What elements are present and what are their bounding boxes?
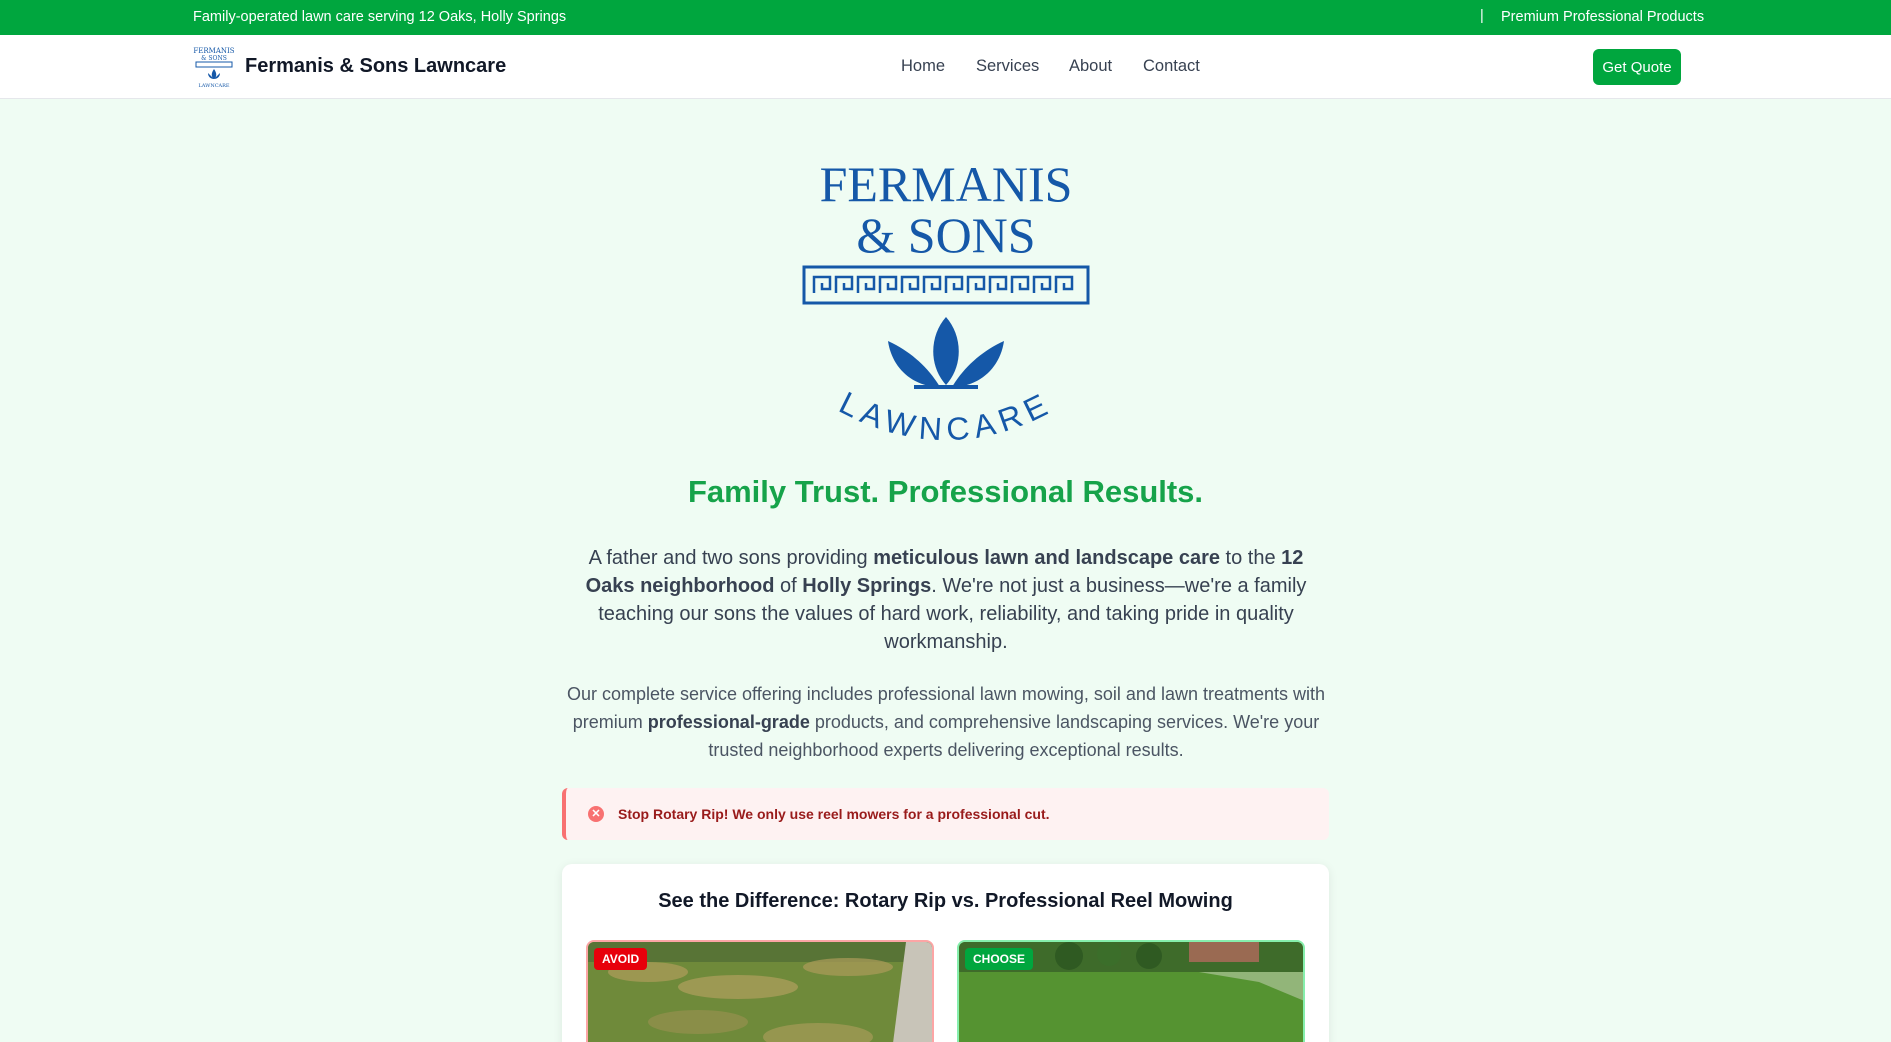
reel-mowed-lawn-image: CHOOSE (957, 940, 1305, 1042)
avoid-badge: AVOID (594, 948, 648, 970)
brand-name[interactable]: Fermanis & Sons Lawncare (245, 55, 506, 78)
choose-badge: CHOOSE (965, 948, 1034, 970)
navbar: FERMANIS & SONS LAWNCARE Fermanis & Sons… (0, 35, 1891, 99)
svg-text:& SONS: & SONS (201, 55, 227, 62)
logo-arc-text: LAWNCARE (834, 384, 1052, 447)
svg-text:LAWNCARE: LAWNCARE (834, 384, 1058, 447)
comparison-title: See the Difference: Rotary Rip vs. Profe… (658, 890, 1233, 912)
brand-logo-icon[interactable]: FERMANIS & SONS LAWNCARE (193, 45, 235, 89)
announcement-right: Premium Professional Products (1501, 9, 1705, 25)
leaf-emblem-icon (888, 317, 1004, 389)
svg-text:LAWNCARE: LAWNCARE (198, 83, 229, 89)
svg-text:FERMANIS: FERMANIS (193, 47, 234, 55)
hero-headline: Family Trust. Professional Results. (687, 474, 1204, 509)
hero-logo: FERMANIS & SONS LAWNCARE (802, 156, 1090, 448)
announcement-left: Family-operated lawn care serving 12 Oak… (193, 9, 567, 25)
comparison-card: See the Difference: Rotary Rip vs. Profe… (562, 864, 1329, 1042)
greek-key-border (802, 265, 1090, 305)
nav-home[interactable]: Home (901, 57, 945, 76)
announcement-bar: Family-operated lawn care serving 12 Oak… (0, 0, 1891, 35)
get-quote-button[interactable]: Get Quote (1593, 49, 1681, 85)
logo-line2: & SONS (856, 207, 1035, 263)
hero-services-text: Our complete service offering includes p… (566, 684, 1326, 760)
rotary-mowed-lawn-image: AVOID (586, 940, 934, 1042)
nav-contact[interactable]: Contact (1143, 57, 1200, 76)
x-circle-icon: ✕ (588, 806, 604, 822)
announcement-separator: | (1480, 8, 1484, 24)
alert-text: Stop Rotary Rip! We only use reel mowers… (618, 806, 1050, 822)
logo-line1: FERMANIS (820, 156, 1073, 212)
nav-about[interactable]: About (1069, 57, 1112, 76)
nav-services[interactable]: Services (976, 57, 1039, 76)
hero-intro: A father and two sons providing meticulo… (585, 547, 1307, 653)
rotary-rip-alert: ✕ Stop Rotary Rip! We only use reel mowe… (562, 788, 1329, 840)
